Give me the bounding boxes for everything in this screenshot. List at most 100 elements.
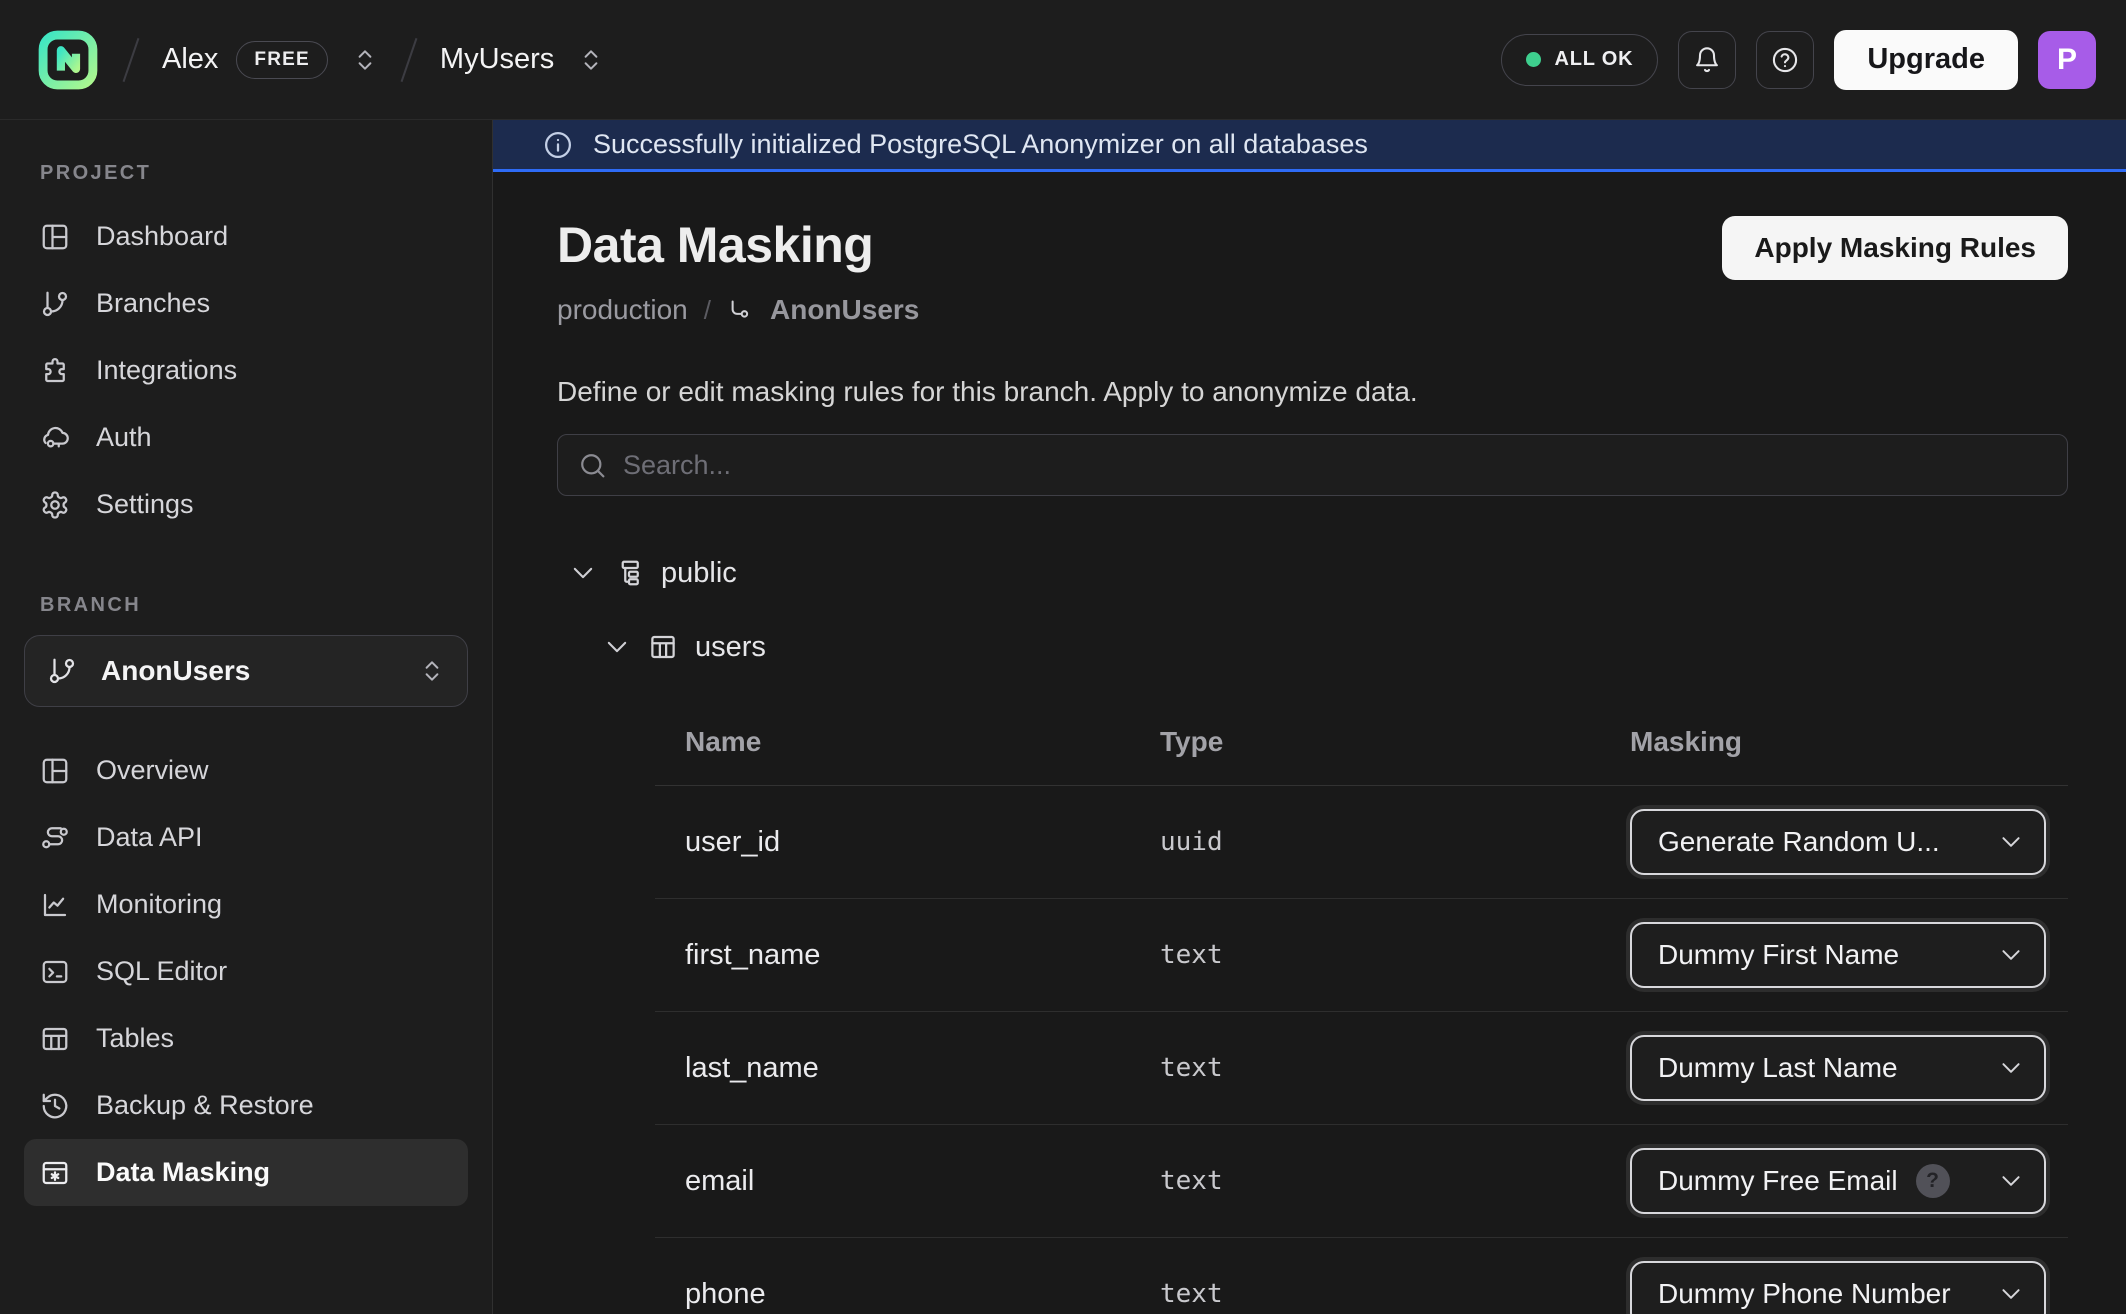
column-header-name: Name — [655, 726, 1160, 758]
user-avatar[interactable]: P — [2038, 31, 2096, 89]
table-row: last_name text Dummy Last Name — [655, 1012, 2068, 1125]
branch-selector[interactable]: AnonUsers — [24, 635, 468, 707]
help-icon — [1771, 46, 1799, 74]
sidebar-item-icon — [40, 957, 70, 987]
breadcrumb-parent: production — [557, 294, 688, 326]
sidebar-item-icon — [40, 1091, 70, 1121]
sidebar-item-icon — [40, 890, 70, 920]
chevron-down-icon — [1998, 942, 2024, 968]
chevrons-up-down-icon — [352, 47, 378, 73]
sidebar-item[interactable]: SQL Editor — [24, 938, 468, 1005]
column-name-cell: first_name — [655, 939, 1160, 972]
status-label: ALL OK — [1554, 48, 1633, 71]
masking-rule-value: Dummy Last Name — [1658, 1052, 1898, 1084]
schema-icon — [614, 558, 644, 588]
branch-section-label: BRANCH — [40, 594, 452, 617]
tree-row-table[interactable]: users — [557, 624, 2068, 670]
page-description: Define or edit masking rules for this br… — [557, 376, 2068, 408]
chevrons-up-down-icon — [578, 47, 604, 73]
sidebar-item-icon — [40, 823, 70, 853]
project-selector[interactable]: MyUsers — [440, 43, 604, 76]
masking-rule-select[interactable]: Dummy Phone Number — [1630, 1261, 2046, 1314]
column-name-cell: last_name — [655, 1052, 1160, 1085]
sidebar-item[interactable]: Overview — [24, 737, 468, 804]
sidebar-item-icon — [40, 1158, 70, 1188]
breadcrumb: production / AnonUsers — [557, 294, 2068, 326]
sidebar-item-icon — [40, 490, 70, 520]
masking-rule-select[interactable]: Generate Random U... — [1630, 809, 2046, 875]
schema-name: public — [661, 557, 737, 590]
table-row: user_id uuid Generate Random U... — [655, 786, 2068, 899]
table-icon — [648, 632, 678, 662]
sidebar-item[interactable]: Backup & Restore — [24, 1072, 468, 1139]
sidebar-item-icon — [40, 1024, 70, 1054]
project-nav-list: Dashboard Branches Integrations Auth — [24, 203, 468, 538]
sidebar-item[interactable]: Data API — [24, 804, 468, 871]
apply-masking-rules-button[interactable]: Apply Masking Rules — [1722, 216, 2068, 280]
column-name-cell: email — [655, 1165, 1160, 1198]
sidebar-item-label: Data API — [96, 822, 203, 853]
system-status-pill[interactable]: ALL OK — [1501, 34, 1658, 86]
project-section-label: PROJECT — [40, 162, 452, 185]
masking-rule-value: Dummy First Name — [1658, 939, 1899, 971]
sidebar-item-icon — [40, 356, 70, 386]
chevron-down-icon[interactable] — [603, 633, 631, 661]
column-type-cell: text — [1160, 940, 1630, 970]
sidebar-item[interactable]: Monitoring — [24, 871, 468, 938]
masking-rule-select[interactable]: Dummy First Name — [1630, 922, 2046, 988]
sidebar-item[interactable]: Integrations — [24, 337, 468, 404]
sidebar-item-label: Dashboard — [96, 221, 228, 252]
search-input[interactable] — [623, 450, 2047, 481]
sidebar-item[interactable]: Branches — [24, 270, 468, 337]
search-icon — [578, 451, 607, 480]
table-header-row: Name Type Masking — [655, 698, 2068, 786]
column-type-cell: text — [1160, 1053, 1630, 1083]
search-box — [557, 434, 2068, 496]
sidebar-item[interactable]: Settings — [24, 471, 468, 538]
success-banner: Successfully initialized PostgreSQL Anon… — [493, 120, 2126, 172]
column-header-masking: Masking — [1630, 726, 2068, 758]
branch-nav-list: Overview Data API Monitoring SQL Editor — [24, 737, 468, 1206]
sidebar-item[interactable]: Auth — [24, 404, 468, 471]
sidebar-item-label: SQL Editor — [96, 956, 227, 987]
banner-message: Successfully initialized PostgreSQL Anon… — [593, 129, 1368, 160]
main-content: Successfully initialized PostgreSQL Anon… — [493, 120, 2126, 1314]
chevron-down-icon[interactable] — [569, 559, 597, 587]
help-badge-icon[interactable]: ? — [1916, 1164, 1950, 1198]
sidebar-item-icon — [40, 423, 70, 453]
chevrons-up-down-icon — [419, 658, 445, 684]
topbar-actions: ALL OK Upgrade P — [1501, 30, 2096, 90]
sidebar-item[interactable]: Data Masking — [24, 1139, 468, 1206]
tree-row-schema[interactable]: public — [557, 550, 2068, 596]
sidebar-item[interactable]: Dashboard — [24, 203, 468, 270]
table-row: first_name text Dummy First Name — [655, 899, 2068, 1012]
column-name-cell: user_id — [655, 826, 1160, 859]
masking-rule-select[interactable]: Dummy Free Email ? — [1630, 1148, 2046, 1214]
column-type-cell: uuid — [1160, 827, 1630, 857]
sidebar-item-label: Settings — [96, 489, 194, 520]
top-bar: Alex FREE MyUsers ALL OK Upgrade P — [0, 0, 2126, 120]
masking-rules-table: Name Type Masking user_id uuid — [655, 698, 2068, 1314]
masking-rule-value: Dummy Free Email — [1658, 1165, 1898, 1197]
notifications-button[interactable] — [1678, 31, 1736, 89]
upgrade-button[interactable]: Upgrade — [1834, 30, 2018, 90]
sidebar-item-label: Overview — [96, 755, 209, 786]
breadcrumb-current-branch: AnonUsers — [770, 294, 919, 326]
sidebar-item-label: Branches — [96, 288, 210, 319]
column-type-cell: text — [1160, 1166, 1630, 1196]
breadcrumb-separator: / — [704, 295, 711, 326]
sidebar-item-icon — [40, 756, 70, 786]
masking-rule-select[interactable]: Dummy Last Name — [1630, 1035, 2046, 1101]
org-selector[interactable]: Alex FREE — [162, 41, 378, 79]
help-button[interactable] — [1756, 31, 1814, 89]
schema-tree: public users Name Type Masking — [557, 550, 2068, 1314]
masking-rule-value: Dummy Phone Number — [1658, 1278, 1951, 1310]
bell-icon — [1693, 46, 1721, 74]
neon-logo[interactable] — [36, 28, 100, 92]
sidebar-item-icon — [40, 222, 70, 252]
sidebar-item[interactable]: Tables — [24, 1005, 468, 1072]
sidebar-item-label: Integrations — [96, 355, 237, 386]
chevron-down-icon — [1998, 829, 2024, 855]
table-row: email text Dummy Free Email ? — [655, 1125, 2068, 1238]
plan-badge: FREE — [236, 41, 327, 79]
